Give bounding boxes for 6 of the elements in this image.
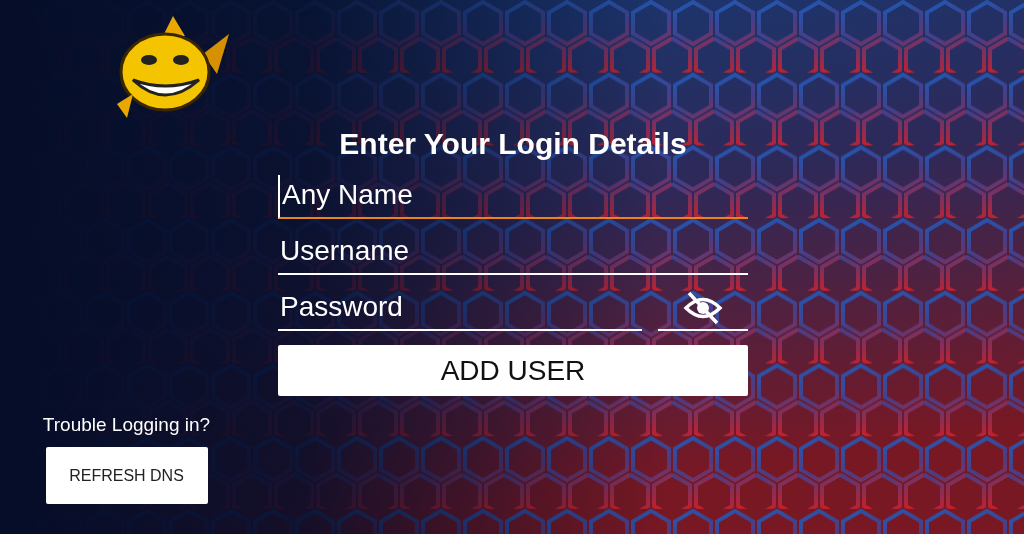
text-field[interactable]: Any Name xyxy=(278,175,748,219)
help-text: Trouble Logging in? xyxy=(41,413,212,437)
refresh-dns-button[interactable]: REFRESH DNS xyxy=(45,447,208,504)
add-user-button[interactable]: ADD USER xyxy=(278,345,748,396)
login-title: Enter Your Login Details xyxy=(338,127,688,161)
password-field[interactable]: Password xyxy=(278,287,642,331)
